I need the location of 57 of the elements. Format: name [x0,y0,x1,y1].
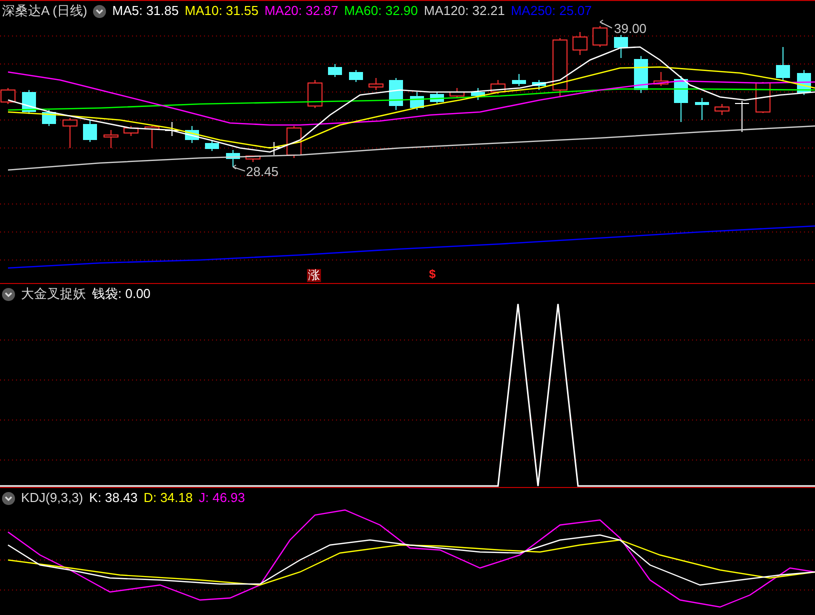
candle [328,64,342,78]
candle [592,26,608,48]
chart-title: 深桑达A (日线) [2,2,88,20]
indicator-value: J: 46.93 [198,489,245,507]
candle [512,74,526,86]
indicator-value: D: 34.18 [144,489,193,507]
candle [572,32,588,56]
collapse-icon[interactable] [2,492,15,504]
signal-marker: $ [429,267,436,281]
candle [410,92,424,110]
collapse-icon[interactable] [2,288,15,300]
candle [83,120,97,142]
candle [490,80,506,94]
price-label: 39.00 [614,20,647,38]
candle [349,70,363,82]
candle [430,92,444,104]
indicator-value: MA120: 32.21 [424,2,505,20]
candle [226,150,240,168]
candle [368,78,384,90]
candle [308,80,322,108]
candle [246,156,260,162]
indicator-value: MA5: 31.85 [112,2,179,20]
candle [62,118,78,148]
candle [286,126,302,158]
indicator-value: MA20: 32.87 [264,2,338,20]
indicator-value: MA10: 31.55 [184,2,258,20]
candle [552,38,568,96]
candle [104,130,118,148]
indicator-title: KDJ(9,3,3) [21,489,84,507]
indicator-value: MA60: 32.90 [344,2,418,20]
candle [614,34,628,58]
indicator-value: K: 38.43 [89,489,138,507]
collapse-icon[interactable] [93,4,106,18]
candle [714,104,730,116]
indicator-title: 大金叉捉妖 [21,285,86,303]
candle [205,140,219,152]
candle [144,126,160,148]
candle [532,80,546,90]
leader-line [600,20,612,28]
candle [267,142,281,156]
candle [654,72,668,86]
candle [450,88,464,98]
candle [695,98,709,120]
signal-marker: 涨 [307,269,321,282]
price-label: 28.45 [246,163,279,181]
candle [756,82,770,114]
candle [674,76,688,122]
indicator-value: 钱袋: 0.00 [92,285,151,303]
indicator-value: MA250: 25.07 [510,2,592,20]
leader-line [232,164,246,172]
candle [471,88,485,100]
candle [124,126,138,136]
candle [165,122,179,136]
candle [185,126,199,144]
candle [735,100,749,132]
candle [776,46,790,80]
candle [389,78,403,110]
